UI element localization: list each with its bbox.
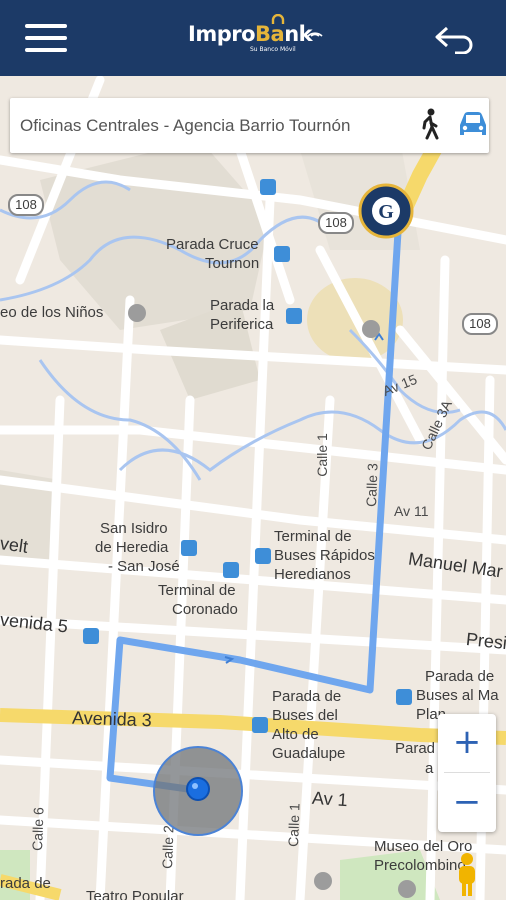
wifi-icon — [307, 32, 323, 37]
route-shield: 108 — [462, 313, 498, 335]
bus-stop-icon[interactable] — [260, 179, 276, 195]
map-label: Alto de — [272, 726, 319, 743]
destination-marker[interactable]: G — [358, 183, 414, 239]
map-label: Avenida 3 — [71, 707, 153, 731]
app-tagline: Su Banco Móvil — [250, 46, 296, 53]
map-label: Parada de — [425, 668, 495, 685]
route-shield: 108 — [8, 194, 44, 216]
destination-label: Oficinas Centrales - Agencia Barrio Tour… — [20, 116, 351, 135]
zoom-out-button[interactable]: − — [438, 774, 496, 832]
map-label: Buses Rápidos — [274, 547, 375, 564]
map-label: Calle 6 — [29, 806, 47, 852]
map-label: Parada la — [210, 297, 275, 314]
map-label: Terminal de — [274, 528, 352, 545]
map-view[interactable]: 108 108 108 Parada Cruce Tournon eo de l… — [0, 76, 506, 900]
map-label: Calle 3 — [363, 462, 381, 508]
map-label: eo de los Niños — [0, 304, 104, 321]
map-label: Parada Cruce — [166, 236, 259, 253]
map-label: San Isidro — [100, 520, 168, 537]
bus-stop-icon[interactable] — [223, 562, 239, 578]
map-label: a — [425, 760, 434, 777]
school-icon[interactable] — [362, 320, 380, 338]
zoom-in-button[interactable]: + — [438, 714, 496, 772]
map-label: Parada de — [272, 688, 342, 705]
bus-stop-icon[interactable] — [83, 628, 99, 644]
map-label: Terminal de — [158, 582, 236, 599]
current-location-marker[interactable] — [152, 745, 244, 837]
map-label: de Heredia — [95, 539, 169, 556]
street-view-pegman-icon[interactable] — [454, 852, 480, 898]
menu-icon[interactable] — [25, 24, 67, 52]
car-icon[interactable] — [456, 109, 490, 139]
route-shield: 108 — [318, 212, 354, 234]
bus-stop-icon[interactable] — [396, 689, 412, 705]
hotel-icon[interactable] — [314, 872, 332, 890]
route-card: Oficinas Centrales - Agencia Barrio Tour… — [10, 98, 489, 153]
map-label: Guadalupe — [272, 745, 346, 762]
museum-icon[interactable] — [398, 880, 416, 898]
map-label: Presi — [465, 628, 506, 654]
app-bar: ImproBank Su Banco Móvil — [0, 0, 506, 76]
app-logo: ImproBank Su Banco Móvil — [188, 14, 328, 58]
bus-stop-icon[interactable] — [252, 717, 268, 733]
map-label: Buses del — [272, 707, 338, 724]
map-label: Parad — [395, 740, 436, 757]
map-label: rada de — [0, 875, 51, 892]
map-label: Tournon — [205, 255, 260, 272]
svg-text:G: G — [378, 201, 394, 223]
lock-icon — [271, 14, 285, 24]
map-label: Periferica — [210, 316, 274, 333]
walk-icon[interactable] — [416, 108, 442, 140]
bus-stop-icon[interactable] — [274, 246, 290, 262]
divider — [444, 772, 490, 773]
map-label: Av 11 — [394, 503, 429, 519]
map-label: Precolombino — [374, 857, 466, 874]
map-label: Heredianos — [274, 566, 351, 583]
map-label: Buses al Ma — [416, 687, 499, 704]
back-arrow-icon[interactable] — [433, 24, 475, 55]
map-label: Coronado — [172, 601, 238, 618]
map-label: velt — [0, 533, 30, 557]
zoom-controls: + − — [438, 714, 496, 832]
bus-stop-icon[interactable] — [286, 308, 302, 324]
museum-icon[interactable] — [128, 304, 146, 322]
bus-stop-icon[interactable] — [181, 540, 197, 556]
map-label: Av 1 — [311, 787, 349, 811]
bus-stop-icon[interactable] — [255, 548, 271, 564]
map-label: Calle 1 — [313, 433, 330, 477]
map-label: - San José — [108, 558, 180, 575]
map-label: Teatro Popular — [86, 888, 184, 900]
map-label: Calle 1 — [285, 802, 303, 848]
